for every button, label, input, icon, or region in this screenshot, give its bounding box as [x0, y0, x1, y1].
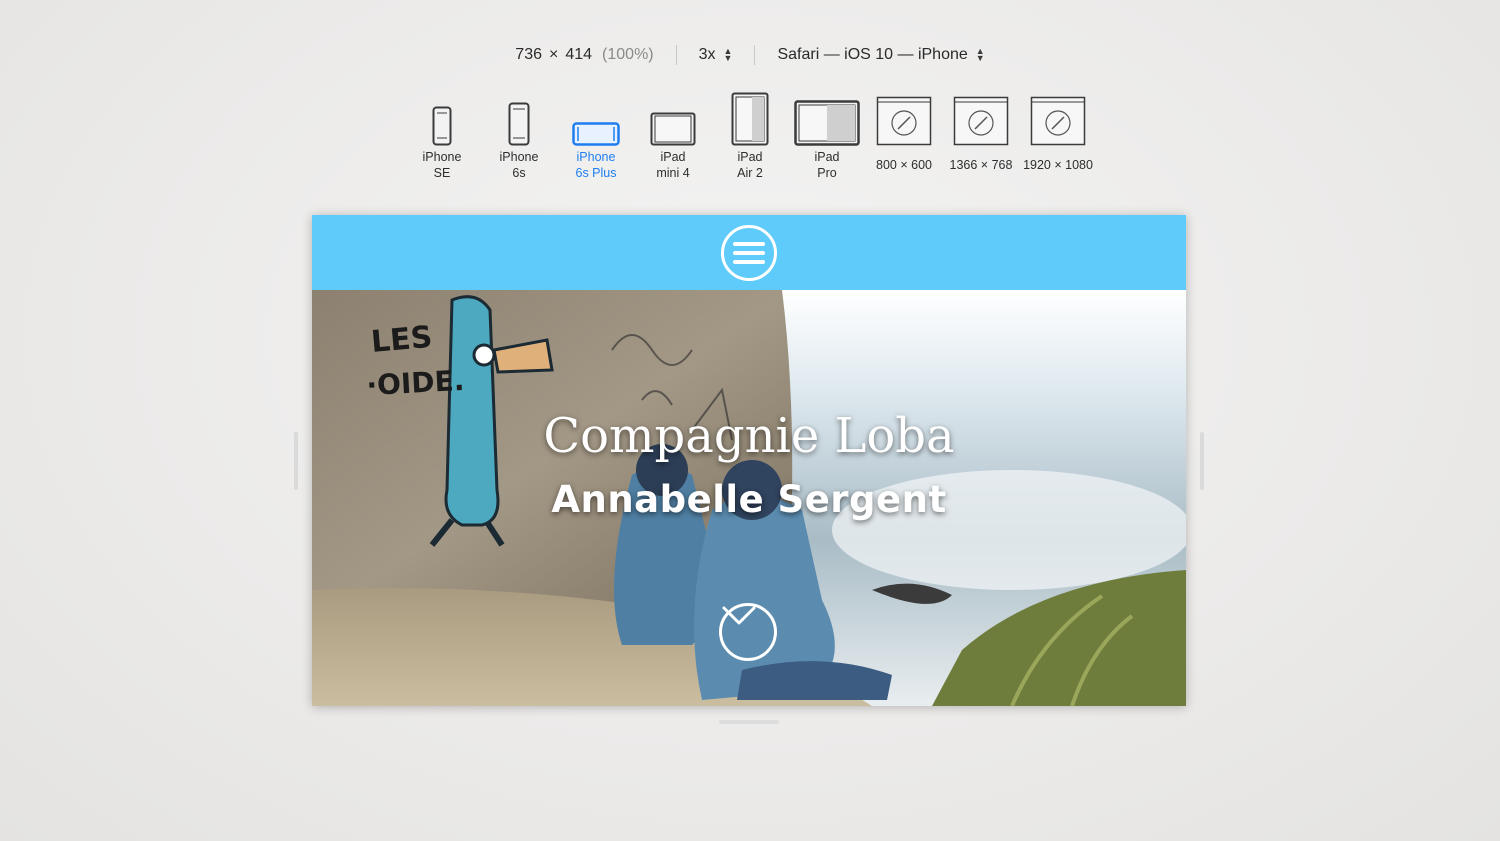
- iphone-landscape-icon: [572, 88, 620, 146]
- scale-value: 3x: [698, 46, 716, 63]
- device-label: 800 × 600: [876, 158, 932, 172]
- scale-select[interactable]: 3x ▲ ▼: [677, 46, 755, 64]
- iphone-portrait-icon: [432, 88, 452, 146]
- hero-banner: LES ·OIDE. Compagnie Loba Annabelle Serg…: [312, 290, 1186, 706]
- device-ipad-air-2[interactable]: iPad Air 2: [712, 88, 789, 181]
- device-ipad-pro[interactable]: iPad Pro: [789, 88, 866, 181]
- safari-window-icon: [953, 88, 1009, 146]
- resize-handle-left[interactable]: [294, 432, 298, 490]
- device-label: iPhone 6s Plus: [575, 150, 617, 180]
- ipad-split-icon: [731, 88, 769, 146]
- svg-text:·OIDE.: ·OIDE.: [366, 364, 465, 402]
- device-ipad-mini-4[interactable]: iPad mini 4: [635, 88, 712, 181]
- device-label: 1366 × 768: [949, 158, 1013, 172]
- scroll-down-chevron-icon[interactable]: [719, 603, 777, 661]
- device-iphone-6s[interactable]: iPhone 6s: [481, 88, 558, 181]
- viewport-times: ×: [549, 46, 559, 63]
- viewport-size: 736 × 414 (100%): [493, 46, 675, 64]
- device-label: iPhone SE: [422, 150, 462, 180]
- iphone-portrait-icon: [508, 88, 530, 146]
- device-label: iPad Pro: [814, 150, 840, 180]
- svg-text:LES: LES: [370, 320, 434, 360]
- device-1920x1080[interactable]: 1920 × 1080: [1020, 88, 1097, 173]
- updown-chevron-icon: ▲ ▼: [723, 46, 733, 63]
- ipad-landscape-icon: [650, 88, 696, 146]
- user-agent-value: Safari — iOS 10 — iPhone: [777, 46, 968, 63]
- device-iphone-6s-plus[interactable]: iPhone 6s Plus: [558, 88, 635, 181]
- resize-handle-bottom[interactable]: [719, 720, 779, 724]
- device-label: 1920 × 1080: [1023, 158, 1093, 172]
- site-header: [312, 215, 1186, 290]
- device-label: iPad mini 4: [656, 150, 690, 180]
- device-iphone-se[interactable]: iPhone SE: [404, 88, 481, 181]
- responsive-toolbar: 736 × 414 (100%) 3x ▲ ▼ Safari — iOS 10 —…: [0, 42, 1500, 68]
- device-label: iPhone 6s: [499, 150, 539, 180]
- site-subtitle: Annabelle Sergent: [551, 478, 947, 521]
- site-title: Compagnie Loba: [543, 408, 955, 464]
- user-agent-select[interactable]: Safari — iOS 10 — iPhone ▲ ▼: [755, 46, 1006, 64]
- hamburger-menu-icon[interactable]: [721, 224, 777, 281]
- device-1366x768[interactable]: 1366 × 768: [943, 88, 1020, 173]
- safari-window-icon: [876, 88, 932, 146]
- resize-handle-right[interactable]: [1200, 432, 1204, 490]
- device-presets: iPhone SE iPhone 6s iPhone 6s Plus iPad …: [0, 88, 1500, 184]
- viewport-width: 736: [515, 46, 542, 63]
- safari-window-icon: [1030, 88, 1086, 146]
- device-label: iPad Air 2: [737, 150, 763, 180]
- device-viewport[interactable]: LES ·OIDE. Compagnie Loba Annabelle Serg…: [312, 215, 1186, 706]
- updown-chevron-icon: ▲ ▼: [975, 46, 985, 63]
- device-800x600[interactable]: 800 × 600: [866, 88, 943, 173]
- ipad-pro-split-icon: [794, 88, 860, 146]
- viewport-height: 414: [565, 46, 593, 63]
- viewport-zoom: (100%): [602, 46, 654, 63]
